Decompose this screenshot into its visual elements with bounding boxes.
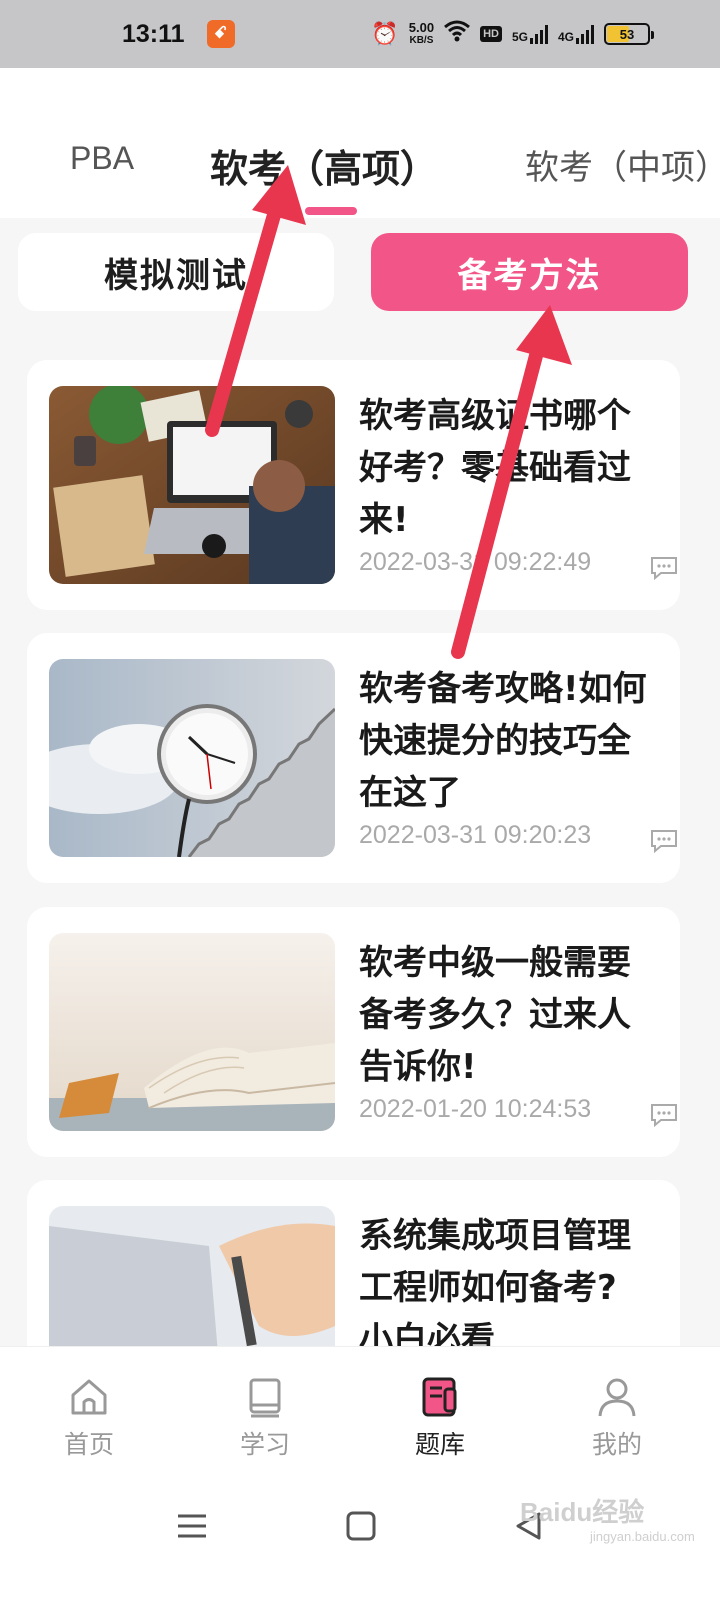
- signal-4g-icon: 4G: [558, 24, 594, 44]
- home-square-icon[interactable]: [345, 1510, 377, 1546]
- article-card[interactable]: 软考中级一般需要备考多久？过来人告诉你! 2022-01-20 10:24:53: [27, 907, 680, 1157]
- article-title: 软考备考攻略!如何快速提分的技巧全在这了: [359, 669, 647, 813]
- signal-5g-icon: 5G: [512, 24, 548, 44]
- alarm-icon: ⏰: [371, 21, 399, 46]
- article-title: 软考高级证书哪个好考？零基础看过来!: [359, 396, 631, 540]
- article-title: 软考中级一般需要备考多久？过来人告诉你!: [359, 943, 631, 1087]
- wifi-icon: [444, 20, 471, 48]
- nav-mine[interactable]: 我的: [567, 1375, 667, 1461]
- tab-soft-exam-high[interactable]: 软考（高项）: [210, 138, 438, 193]
- nav-home[interactable]: 首页: [39, 1375, 139, 1461]
- status-time: 13:11: [122, 19, 185, 48]
- study-method-button[interactable]: 备考方法: [371, 233, 688, 311]
- article-date: 2022-03-31 09:20:23: [359, 821, 592, 849]
- hd-voice-icon: HD: [480, 26, 502, 42]
- battery-icon: 53: [604, 23, 654, 45]
- article-card[interactable]: 软考备考攻略!如何快速提分的技巧全在这了 2022-03-31 09:20:23: [27, 633, 680, 883]
- tab-pba[interactable]: PBA: [70, 140, 134, 177]
- tab-soft-exam-mid[interactable]: 软考（中项）: [525, 140, 720, 189]
- network-speed: 5.00 KB/S: [408, 20, 435, 46]
- watermark: Baidu经验 jingyan.baidu.com: [520, 1497, 695, 1544]
- article-date: 2022-01-20 10:24:53: [359, 1095, 592, 1123]
- mock-test-button[interactable]: 模拟测试: [18, 233, 334, 311]
- article-card[interactable]: 软考高级证书哪个好考？零基础看过来! 2022-03-31 09:22:49: [27, 360, 680, 610]
- book-icon: [243, 1378, 287, 1423]
- article-thumbnail: [49, 659, 335, 857]
- comment-icon[interactable]: [649, 1102, 679, 1132]
- nav-study[interactable]: 学习: [215, 1375, 315, 1461]
- user-icon: [595, 1378, 639, 1423]
- question-bank-icon: [418, 1377, 462, 1423]
- menu-icon[interactable]: [176, 1510, 208, 1546]
- tab-active-indicator: [305, 207, 357, 215]
- comment-icon[interactable]: [649, 555, 679, 585]
- app-notification-icon: ꗃ: [206, 20, 235, 48]
- nav-question-bank[interactable]: 题库: [390, 1375, 490, 1461]
- article-date: 2022-03-31 09:22:49: [359, 548, 592, 576]
- bottom-nav: 首页 学习 题库 我的: [0, 1346, 720, 1476]
- article-title: 系统集成项目管理工程师如何备考?小白必看: [359, 1216, 631, 1360]
- article-thumbnail: [49, 933, 335, 1131]
- article-thumbnail: [49, 386, 335, 584]
- status-bar: 13:11 ꗃ ⏰ 5.00 KB/S HD 5G 4G 53: [0, 0, 720, 68]
- home-icon: [67, 1379, 111, 1423]
- comment-icon[interactable]: [649, 828, 679, 858]
